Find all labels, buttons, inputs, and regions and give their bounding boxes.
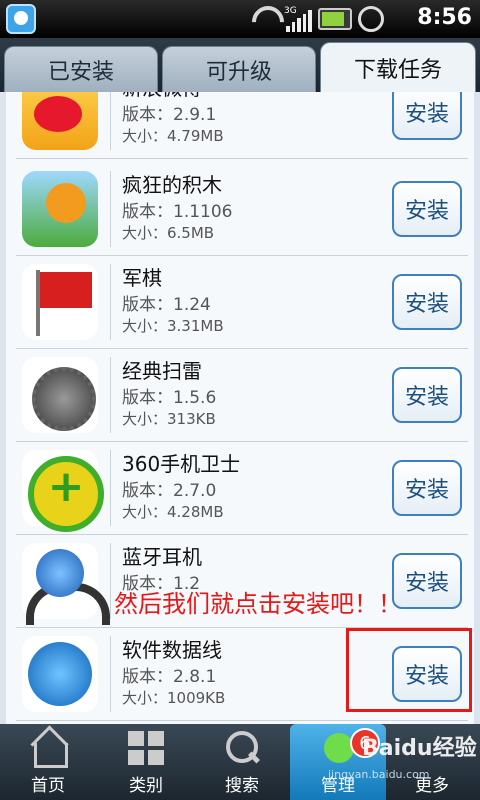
install-button[interactable]: 安装 — [392, 553, 462, 609]
wifi-icon — [250, 6, 278, 32]
tab-installed[interactable]: 已安装 — [4, 46, 158, 92]
signal-icon: 3G — [284, 6, 312, 32]
app-size: 大小：6.5MB — [122, 224, 215, 242]
crazy-blocks-app-icon — [22, 171, 98, 247]
grid-icon — [126, 729, 166, 767]
status-time: 8:56 — [417, 5, 472, 30]
install-button[interactable]: 安装 — [392, 274, 462, 330]
list-item[interactable]: 经典扫雷 版本：1.5.6 大小：313KB 安装 — [16, 349, 468, 442]
install-button[interactable]: 安装 — [392, 181, 462, 237]
tab-upgradable[interactable]: 可升级 — [162, 46, 316, 92]
app-name: 军棋 — [122, 266, 162, 290]
search-icon — [222, 729, 262, 767]
list-item[interactable]: 军棋 版本：1.24 大小：3.31MB 安装 — [16, 256, 468, 349]
app-version: 版本：2.8.1 — [122, 667, 217, 687]
nav-home-label: 首页 — [31, 776, 65, 796]
app-version: 版本：1.1106 — [122, 202, 233, 222]
install-button[interactable]: 安装 — [392, 92, 462, 140]
app-name: 蓝牙耳机 — [122, 545, 202, 569]
app-version: 版本：2.7.0 — [122, 481, 217, 501]
tutorial-caption: 然后我们就点击安装吧！！ — [114, 590, 402, 618]
weibo-app-icon — [22, 92, 98, 150]
install-button[interactable]: 安装 — [392, 460, 462, 516]
list-item[interactable]: 360手机卫士 版本：2.7.0 大小：4.28MB 安装 — [16, 442, 468, 535]
nav-search-label: 搜索 — [225, 776, 259, 796]
qq-notification-icon[interactable] — [6, 4, 36, 34]
app-size: 大小：4.79MB — [122, 127, 224, 145]
app-size: 大小：1009KB — [122, 689, 226, 707]
app-name: 疯狂的积木 — [122, 173, 222, 197]
home-icon — [28, 729, 68, 768]
nav-category[interactable]: 类别 — [98, 724, 194, 800]
nav-home[interactable]: 首页 — [0, 724, 96, 800]
alarm-icon — [358, 6, 384, 32]
minesweeper-app-icon — [22, 357, 98, 433]
network-type-label: 3G — [284, 6, 297, 16]
bluetooth-headset-app-icon — [22, 543, 110, 625]
status-bar: 3G 8:56 — [0, 0, 480, 38]
360-security-app-icon — [22, 450, 104, 532]
app-version: 版本：2.9.1 — [122, 105, 217, 125]
app-size: 大小：313KB — [122, 410, 216, 428]
list-item[interactable]: 疯狂的积木 版本：1.1106 大小：6.5MB 安装 — [16, 163, 468, 256]
app-name: 软件数据线 — [122, 638, 222, 662]
install-button[interactable]: 安装 — [392, 367, 462, 423]
app-version: 版本：1.5.6 — [122, 388, 217, 408]
app-size: 大小：4.28MB — [122, 503, 224, 521]
nav-category-label: 类别 — [129, 776, 163, 796]
tab-download-tasks[interactable]: 下载任务 — [320, 42, 476, 92]
red-flag-app-icon — [22, 264, 98, 340]
app-name: 经典扫雷 — [122, 359, 202, 383]
app-size: 大小：3.31MB — [122, 317, 224, 335]
nav-search[interactable]: 搜索 — [194, 724, 290, 800]
tab-bar: 已安装 可升级 下载任务 — [0, 38, 480, 92]
highlight-box — [346, 628, 472, 712]
battery-icon — [318, 8, 352, 30]
app-version: 版本：1.24 — [122, 295, 211, 315]
app-name: 360手机卫士 — [122, 452, 241, 476]
watermark-url: jingyan.baidu.com — [328, 768, 430, 781]
list-item[interactable]: 新浪微博 版本：2.9.1 大小：4.79MB 安装 — [16, 92, 468, 159]
watermark-logo: Baidu经验 — [362, 736, 477, 761]
usb-app-icon — [22, 636, 98, 712]
